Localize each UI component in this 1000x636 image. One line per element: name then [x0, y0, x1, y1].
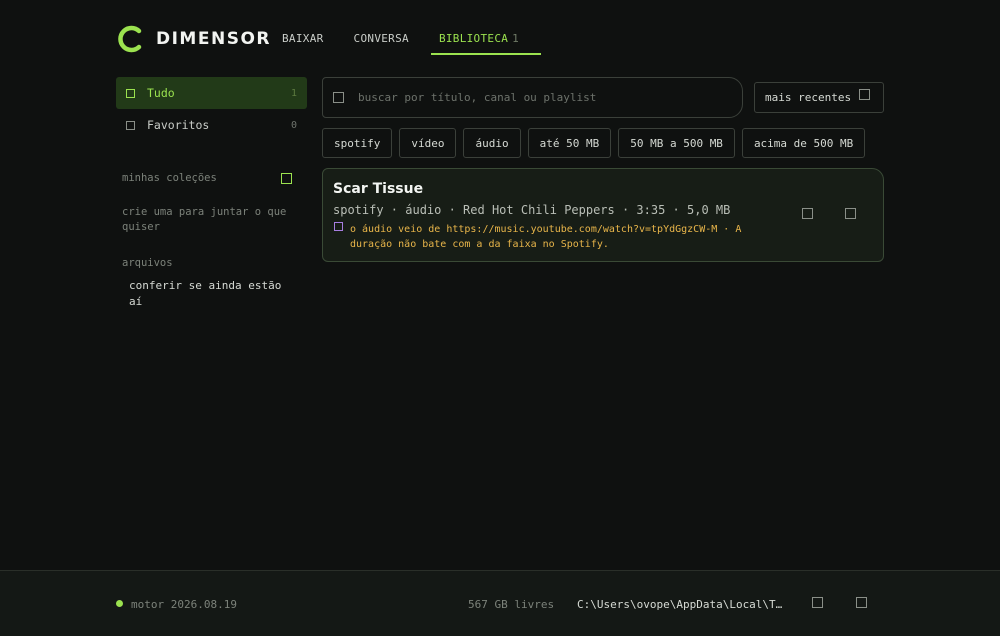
- sidebar-item-label: Tudo: [147, 86, 175, 100]
- nav-tab-label: BIBLIOTECA: [438, 32, 509, 45]
- filter-chip-spotify[interactable]: spotify: [322, 128, 393, 158]
- sidebar: Tudo 1 Favoritos 0 minhas coleções crie …: [116, 77, 307, 308]
- app-name: DIMENSOR: [156, 29, 271, 49]
- filter-chip-over-500mb[interactable]: acima de 500 MB: [741, 128, 866, 158]
- header: DIMENSOR BAIXAR CONVERSA BIBLIOTECA 1: [0, 0, 1000, 70]
- sort-icon: [859, 89, 871, 100]
- filter-chip-under-50mb[interactable]: até 50 MB: [527, 128, 612, 158]
- open-folder-icon[interactable]: [812, 597, 823, 608]
- check-files-link[interactable]: conferir se ainda estão aí: [129, 278, 299, 310]
- collections-header: minhas coleções: [122, 172, 292, 184]
- collections-hint: crie uma para juntar o que quiser: [122, 206, 287, 233]
- checkbox-icon: [126, 88, 135, 98]
- sort-label: mais recentes: [765, 91, 852, 104]
- filter-chips: spotify vídeo áudio até 50 MB 50 MB a 50…: [322, 128, 866, 158]
- nav-tab-baixar[interactable]: BAIXAR: [270, 28, 336, 55]
- checkbox-icon: [126, 120, 135, 130]
- nav-tab-count: 1: [512, 32, 520, 45]
- engine-version: motor 2026.08.19: [131, 598, 237, 611]
- status-bar: motor 2026.08.19 567 GB livres C:\Users\…: [0, 570, 1000, 636]
- sort-button[interactable]: mais recentes: [754, 82, 884, 113]
- nav-tab-conversa[interactable]: CONVERSA: [342, 28, 421, 55]
- search-input[interactable]: [358, 91, 718, 104]
- logo-ring-icon: [118, 25, 142, 53]
- download-path[interactable]: C:\Users\ovope\AppData\Local\T…: [577, 598, 795, 611]
- files-heading: arquivos: [122, 257, 173, 269]
- item-meta: spotify · áudio · Red Hot Chili Peppers …: [333, 203, 731, 217]
- nav-tab-biblioteca[interactable]: BIBLIOTECA 1: [427, 28, 542, 55]
- nav-tab-label: BAIXAR: [282, 32, 324, 45]
- collections-heading: minhas coleções: [122, 172, 217, 184]
- status-dot-icon: [116, 600, 123, 607]
- filter-chip-video[interactable]: vídeo: [399, 128, 457, 158]
- sidebar-item-favoritos[interactable]: Favoritos 0: [116, 109, 307, 141]
- library-item-card[interactable]: Scar Tissue spotify · áudio · Red Hot Ch…: [322, 168, 884, 262]
- open-folder-icon[interactable]: [802, 208, 813, 219]
- item-title: Scar Tissue: [333, 181, 424, 197]
- filter-chip-audio[interactable]: áudio: [463, 128, 521, 158]
- warning-icon: [334, 222, 343, 231]
- nav-tab-label: CONVERSA: [353, 32, 409, 45]
- main-nav: BAIXAR CONVERSA BIBLIOTECA 1: [270, 28, 542, 55]
- item-warning: o áudio veio de https://music.youtube.co…: [350, 224, 742, 250]
- more-options-icon[interactable]: [845, 208, 856, 219]
- sidebar-item-count: 1: [290, 87, 297, 99]
- filter-chip-50-500mb[interactable]: 50 MB a 500 MB: [618, 128, 735, 158]
- app-logo[interactable]: DIMENSOR: [116, 24, 271, 54]
- sidebar-item-label: Favoritos: [147, 118, 210, 132]
- settings-icon[interactable]: [856, 597, 867, 608]
- free-space: 567 GB livres: [468, 598, 555, 611]
- add-collection-icon[interactable]: [281, 172, 292, 184]
- search-icon: [333, 92, 344, 103]
- search-bar: [322, 77, 743, 118]
- sidebar-item-tudo[interactable]: Tudo 1: [116, 77, 307, 109]
- sidebar-item-count: 0: [290, 119, 297, 131]
